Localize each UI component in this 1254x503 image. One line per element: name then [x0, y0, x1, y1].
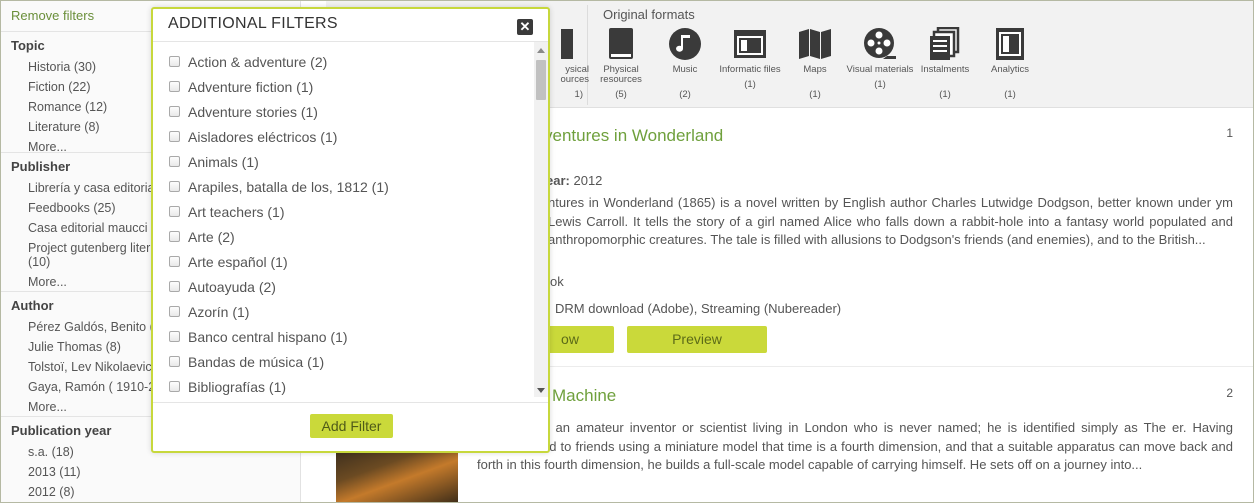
format-count: (1)	[874, 79, 886, 90]
format-label: Music	[672, 64, 698, 75]
checkbox[interactable]	[169, 356, 180, 367]
option-label: Arte (2)	[188, 228, 235, 245]
options-scrollbar[interactable]	[534, 42, 548, 397]
filter-option[interactable]: Art teachers (1)	[153, 199, 533, 224]
checkbox[interactable]	[169, 281, 180, 292]
format-count: (1)	[939, 89, 951, 100]
result-description: rotagonist is an amateur inventor or sci…	[477, 420, 1233, 472]
option-label: Arapiles, batalla de los, 1812 (1)	[188, 178, 389, 195]
checkbox[interactable]	[169, 106, 180, 117]
option-label: Arte español (1)	[188, 253, 288, 270]
book-icon	[609, 28, 633, 59]
scroll-up-arrow-icon[interactable]	[537, 48, 545, 53]
year-value: 2012	[573, 173, 603, 188]
option-label: Bibliografías (1)	[188, 378, 287, 395]
result-year-line: ear: 2012	[546, 173, 602, 188]
checkbox[interactable]	[169, 331, 180, 342]
format-physical-resources[interactable]: Physical resources (5)	[586, 27, 656, 100]
format-count: (5)	[615, 89, 627, 100]
filter-options-list: Action & adventure (2) Adventure fiction…	[153, 49, 533, 399]
result-description: ntures in Wonderland (1865) is a novel w…	[548, 195, 1233, 247]
checkbox[interactable]	[169, 231, 180, 242]
format-count: (2)	[679, 89, 691, 100]
filter-option[interactable]: Azorín (1)	[153, 299, 533, 324]
result-access: DRM download (Adobe), Streaming (Nuberea…	[555, 301, 842, 316]
checkbox[interactable]	[169, 56, 180, 67]
format-analytics[interactable]: Analytics (1)	[975, 27, 1045, 100]
divider	[153, 41, 548, 42]
scroll-thumb[interactable]	[536, 60, 546, 100]
option-label: Autoayuda (2)	[188, 278, 276, 295]
checkbox[interactable]	[169, 206, 180, 217]
divider	[153, 402, 548, 403]
music-icon	[669, 28, 701, 60]
checkbox[interactable]	[169, 256, 180, 267]
modal-title: ADDITIONAL FILTERS	[168, 15, 338, 32]
format-count: (1)	[744, 79, 756, 90]
additional-filters-modal: ADDITIONAL FILTERS ✕ Action & adventure …	[151, 7, 550, 453]
result-title[interactable]: Machine	[552, 386, 616, 406]
filter-option[interactable]: Bibliografías (1)	[153, 374, 533, 399]
format-label: Analytics	[990, 64, 1029, 75]
filter-option[interactable]: Adventure stories (1)	[153, 99, 533, 124]
option-label: Banco central hispano (1)	[188, 328, 348, 345]
format-music[interactable]: Music (2)	[650, 27, 720, 100]
format-label: Physical resources	[600, 64, 642, 85]
document-icon	[996, 28, 1024, 60]
facet-item[interactable]: 2013 (11)	[1, 462, 291, 482]
checkbox[interactable]	[169, 181, 180, 192]
preview-button[interactable]: Preview	[627, 326, 767, 353]
scroll-down-arrow-icon[interactable]	[537, 388, 545, 393]
format-instalments[interactable]: Instalments (1)	[910, 27, 980, 100]
option-label: Action & adventure (2)	[188, 53, 328, 70]
close-icon[interactable]: ✕	[517, 19, 533, 35]
filter-option[interactable]: Action & adventure (2)	[153, 49, 533, 74]
facet-item[interactable]: 2012 (8)	[1, 482, 291, 502]
format-maps[interactable]: Maps (1)	[780, 27, 850, 100]
option-label: Aisladores eléctricos (1)	[188, 128, 338, 145]
option-label: Animals (1)	[188, 153, 259, 170]
checkbox[interactable]	[169, 156, 180, 167]
result-number: 1	[1226, 126, 1233, 140]
filter-option[interactable]: Autoayuda (2)	[153, 274, 533, 299]
format-label: Maps	[803, 64, 827, 75]
format-count: (1)	[1004, 89, 1016, 100]
filter-option[interactable]: Aisladores eléctricos (1)	[153, 124, 533, 149]
option-label: Bandas de música (1)	[188, 353, 325, 370]
filter-option[interactable]: Bandas de música (1)	[153, 349, 533, 374]
filter-option[interactable]: Animals (1)	[153, 149, 533, 174]
option-label: Azorín (1)	[188, 303, 250, 320]
window-icon	[734, 30, 766, 58]
option-label: Adventure fiction (1)	[188, 78, 314, 95]
stacked-pages-icon	[930, 27, 960, 60]
map-icon	[799, 29, 831, 59]
format-label: Visual materials	[846, 64, 914, 75]
formats-title: Original formats	[603, 7, 695, 22]
option-label: Art teachers (1)	[188, 203, 285, 220]
book-icon	[561, 29, 573, 59]
checkbox[interactable]	[169, 381, 180, 392]
format-label: Informatic files	[719, 64, 781, 75]
film-reel-icon	[864, 28, 896, 59]
result-number: 2	[1226, 386, 1233, 400]
format-count: (1)	[809, 89, 821, 100]
add-filter-button[interactable]: Add Filter	[310, 414, 393, 438]
checkbox[interactable]	[169, 306, 180, 317]
checkbox[interactable]	[169, 81, 180, 92]
result-title[interactable]: ventures in Wonderland	[544, 126, 723, 146]
format-label: Instalments	[920, 64, 970, 75]
filter-option[interactable]: Banco central hispano (1)	[153, 324, 533, 349]
filter-option[interactable]: Arte español (1)	[153, 249, 533, 274]
format-visual-materials[interactable]: Visual materials (1)	[845, 27, 915, 90]
app-frame: Remove filters Topic Historia (30) Ficti…	[0, 0, 1254, 503]
result-format: ok	[550, 274, 564, 289]
remove-filters-link[interactable]: Remove filters	[11, 8, 94, 23]
filter-option[interactable]: Arapiles, batalla de los, 1812 (1)	[153, 174, 533, 199]
option-label: Adventure stories (1)	[188, 103, 318, 120]
format-informatic-files[interactable]: Informatic files (1)	[715, 27, 785, 90]
checkbox[interactable]	[169, 131, 180, 142]
filter-option[interactable]: Arte (2)	[153, 224, 533, 249]
filter-option[interactable]: Adventure fiction (1)	[153, 74, 533, 99]
